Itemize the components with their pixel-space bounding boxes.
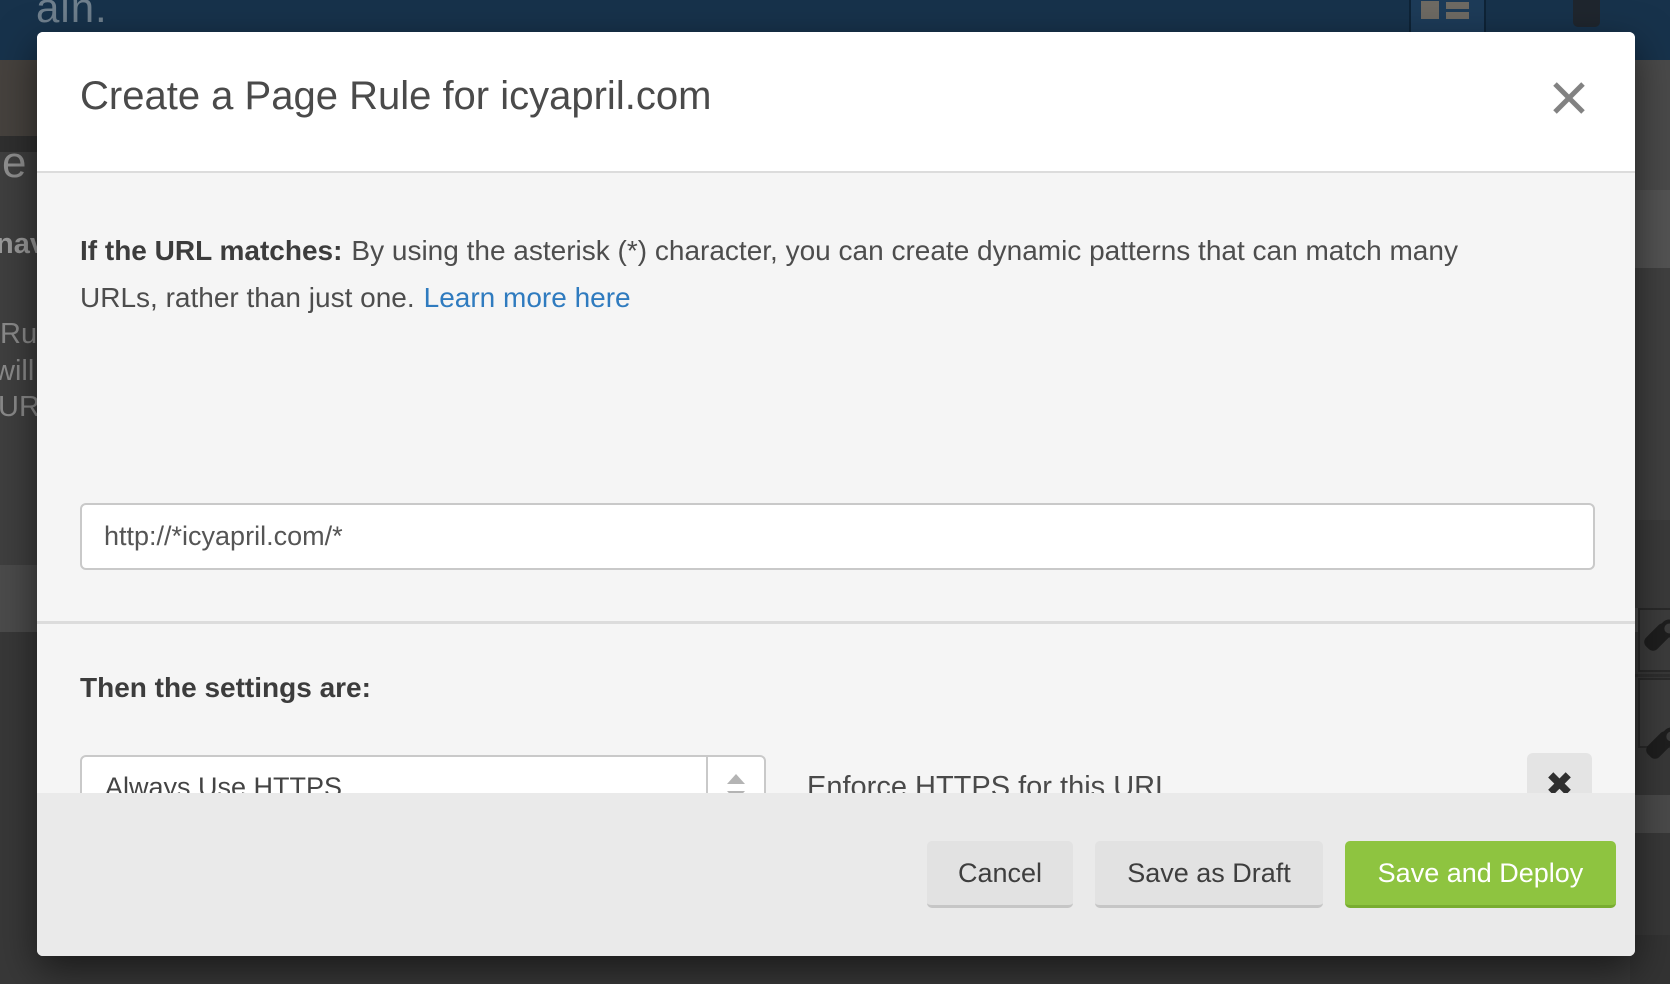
save-and-deploy-button[interactable]: Save and Deploy [1345, 841, 1616, 908]
background-band [1630, 60, 1670, 190]
modal-footer: Cancel Save as Draft Save and Deploy [37, 793, 1635, 956]
settings-heading: Then the settings are: [80, 672, 371, 704]
background-text-fragment: Ru [0, 318, 37, 351]
modal-title: Create a Page Rule for icyapril.com [80, 74, 711, 119]
layout-bar-icon [1446, 2, 1469, 9]
modal-header: Create a Page Rule for icyapril.com [37, 32, 1635, 173]
background-band [1630, 935, 1670, 984]
background-text-fragment: will [0, 355, 34, 388]
url-pattern-input[interactable] [80, 503, 1595, 570]
background-divider [1630, 674, 1670, 677]
url-match-label: If the URL matches: [80, 235, 342, 266]
topbar-dark-icon [1573, 0, 1600, 27]
background-topbar-text: ain. [36, 0, 108, 32]
background-band [1630, 795, 1670, 833]
background-band [1630, 520, 1670, 608]
chevron-up-icon [727, 774, 745, 784]
section-divider [37, 621, 1635, 624]
modal-body: If the URL matches:By using the asterisk… [37, 175, 1635, 793]
background-band [1630, 190, 1670, 268]
cancel-button[interactable]: Cancel [927, 841, 1073, 908]
close-button[interactable] [1549, 78, 1589, 118]
layout-grid-icon [1421, 1, 1439, 19]
background-band [1630, 268, 1670, 520]
learn-more-link[interactable]: Learn more here [424, 282, 631, 313]
background-text-fragment: e [2, 138, 26, 188]
save-as-draft-button[interactable]: Save as Draft [1095, 841, 1323, 908]
background-text-fragment: UR [0, 391, 40, 424]
layout-bar-icon [1446, 12, 1469, 19]
create-page-rule-modal: Create a Page Rule for icyapril.com If t… [37, 32, 1635, 956]
close-icon [1551, 80, 1587, 116]
url-match-paragraph: If the URL matches:By using the asterisk… [80, 227, 1500, 321]
